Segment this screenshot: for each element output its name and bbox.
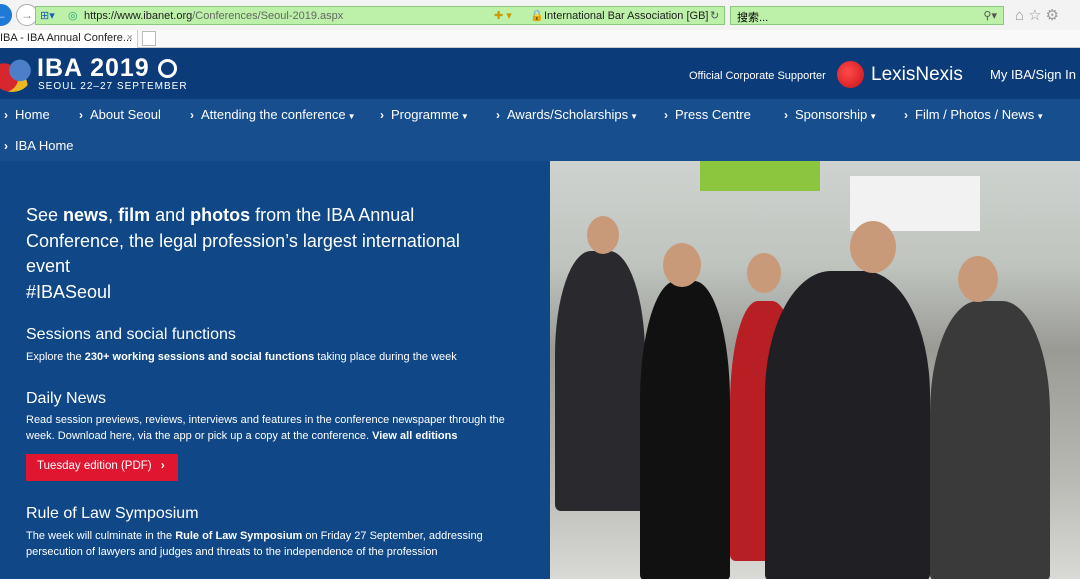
caret-down-icon: ▼ — [630, 112, 639, 121]
url-path: /Conferences/Seoul-2019.aspx — [192, 9, 344, 22]
chevron-right-icon: › — [190, 108, 194, 122]
url-host: https://www.ibanet.org — [84, 9, 193, 22]
chevron-right-icon: › — [784, 108, 788, 122]
close-icon[interactable]: × — [127, 32, 133, 44]
sessions-text: Explore the 230+ working sessions and so… — [26, 351, 457, 363]
iba-logo-icon[interactable] — [0, 56, 32, 92]
new-tab-button[interactable] — [142, 31, 156, 46]
conference-photo — [550, 161, 1080, 579]
supporter-label: Official Corporate Supporter — [689, 70, 826, 82]
tuesday-edition-button[interactable]: Tuesday edition (PDF) › — [26, 454, 178, 481]
chevron-right-icon: › — [4, 108, 8, 122]
refresh-icon[interactable]: ↻ — [710, 9, 719, 22]
nav-attending[interactable]: › Attending the conference ▼ — [190, 107, 355, 122]
intro-text: See news, film and photos from the IBA A… — [26, 205, 460, 302]
caret-down-icon: ▼ — [460, 112, 469, 121]
browser-toolbar: ← → ⊞▾ ◎ https://www.ibanet.org/Conferen… — [0, 0, 1080, 30]
shield-icon: ⊞▾ — [40, 10, 55, 22]
main-nav: › Home › About Seoul › Attending the confer… — [0, 99, 1080, 161]
search-icon[interactable]: ⚲▾ — [983, 9, 997, 22]
chevron-right-icon: › — [664, 108, 668, 122]
content-panel: See news, film and photos from the IBA A… — [0, 161, 550, 579]
nav-programme[interactable]: › Programme ▼ — [380, 107, 469, 122]
site-icon: ◎ — [68, 10, 78, 22]
caret-down-icon: ▼ — [347, 112, 356, 121]
chevron-right-icon: › — [904, 108, 908, 122]
sessions-link[interactable]: 230+ working sessions and social functio… — [85, 351, 315, 363]
lifebuoy-icon — [158, 59, 177, 78]
rule-of-law-heading: Rule of Law Symposium — [26, 505, 199, 522]
daily-news-heading: Daily News — [26, 390, 107, 407]
rule-of-law-text: The week will culminate in the Rule of L… — [26, 530, 483, 558]
chevron-right-icon: › — [380, 108, 384, 122]
chevron-right-icon: › — [4, 139, 8, 153]
hashtag: #IBASeoul — [26, 281, 112, 302]
site-header: IBA 2019 SEOUL 22–27 SEPTEMBER Official … — [0, 48, 1080, 99]
back-button[interactable]: ← — [0, 4, 12, 26]
view-all-editions-link[interactable]: View all editions — [372, 430, 457, 442]
signin-link[interactable]: My IBA/Sign In — [990, 67, 1076, 82]
logo-title[interactable]: IBA 2019 — [37, 54, 150, 83]
addon-icon[interactable]: ✚ ▾ — [494, 9, 512, 22]
nav-sponsorship[interactable]: › Sponsorship ▼ — [784, 107, 877, 122]
browser-tab[interactable]: IBA - IBA Annual Confere... × — [0, 30, 138, 48]
daily-news-text: Read session previews, reviews, intervie… — [26, 414, 505, 442]
lexisnexis-logo-icon — [837, 61, 864, 88]
caret-down-icon: ▼ — [1036, 112, 1045, 121]
tab-bar: IBA - IBA Annual Confere... × — [0, 30, 1080, 48]
site-identity[interactable]: International Bar Association [GB] — [544, 10, 708, 22]
caret-down-icon: ▼ — [869, 112, 878, 121]
logo-subtitle: SEOUL 22–27 SEPTEMBER — [38, 81, 188, 92]
nav-press-centre[interactable]: › Press Centre — [664, 107, 751, 122]
lock-icon: 🔒 — [530, 10, 544, 22]
nav-film-photos-news[interactable]: › Film / Photos / News ▼ — [904, 107, 1044, 122]
nav-awards[interactable]: › Awards/Scholarships ▼ — [496, 107, 638, 122]
home-icon[interactable]: ⌂ — [1015, 7, 1028, 24]
nav-home[interactable]: › Home — [4, 107, 50, 122]
gear-icon[interactable]: ⚙ — [1046, 7, 1063, 24]
nav-about-seoul[interactable]: › About Seoul — [79, 107, 161, 122]
chevron-right-icon: › — [79, 108, 83, 122]
address-bar[interactable]: ⊞▾ ◎ https://www.ibanet.org/Conferences/… — [35, 6, 725, 25]
sessions-heading: Sessions and social functions — [26, 326, 236, 343]
supporter-name[interactable]: LexisNexis — [871, 64, 963, 86]
nav-iba-home[interactable]: › IBA Home — [4, 138, 74, 153]
search-input[interactable]: 搜索... ⚲▾ — [730, 6, 1004, 25]
star-icon[interactable]: ☆ — [1028, 7, 1045, 24]
chevron-right-icon: › — [496, 108, 500, 122]
